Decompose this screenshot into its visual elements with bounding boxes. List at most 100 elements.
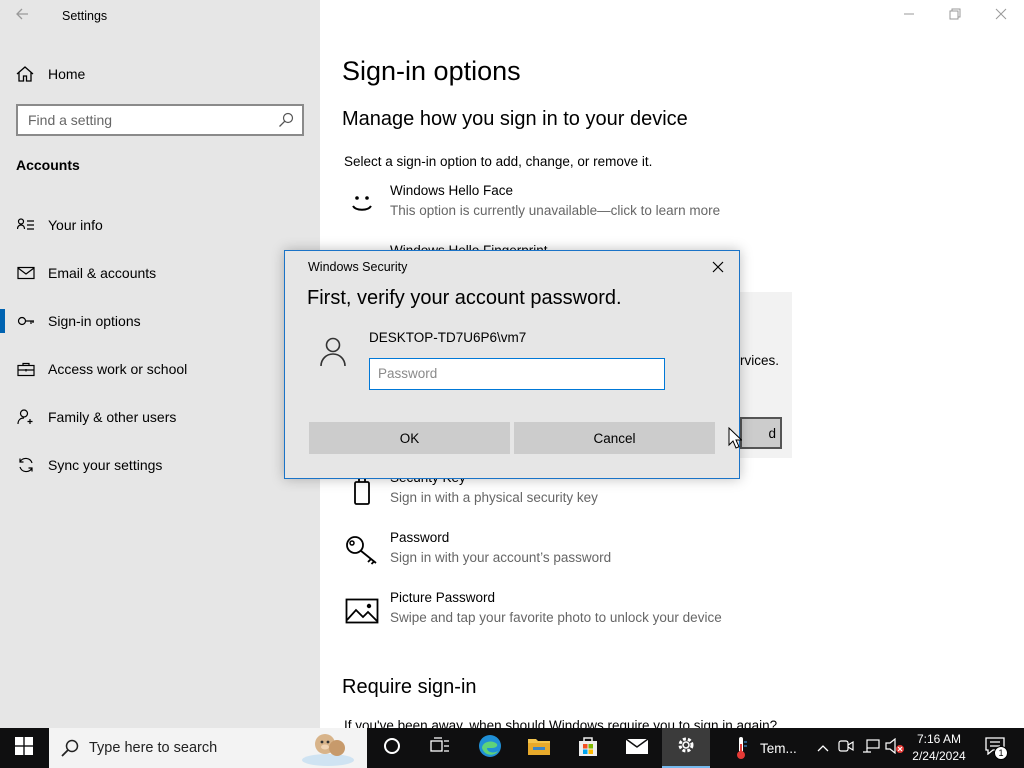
chevron-up-icon xyxy=(817,739,829,757)
accounts-heading: Accounts xyxy=(16,157,80,173)
restore-icon xyxy=(949,7,961,25)
taskbar-edge[interactable] xyxy=(466,728,514,768)
back-arrow-icon[interactable] xyxy=(14,6,36,26)
sidebar-item-email-accounts[interactable]: Email & accounts xyxy=(16,261,316,285)
option-desc: Sign in with a physical security key xyxy=(390,490,598,505)
dialog-heading: First, verify your account password. xyxy=(307,287,622,309)
require-sign-in-text: If you've been away, when should Windows… xyxy=(344,718,778,728)
nav-home-label: Home xyxy=(48,66,86,82)
cortana-icon xyxy=(383,737,401,760)
taskbar-weather[interactable]: Tem... xyxy=(726,728,812,768)
option-desc: Sign in with your account’s password xyxy=(390,550,612,565)
find-setting-search[interactable] xyxy=(16,104,304,136)
dialog-close-button[interactable] xyxy=(707,259,729,279)
minimize-icon xyxy=(903,7,915,25)
option-panel-button[interactable]: d xyxy=(740,417,782,449)
show-hidden-icons[interactable] xyxy=(814,728,832,768)
taskbar-file-explorer[interactable] xyxy=(515,728,563,768)
sidebar-item-sign-in-options[interactable]: Sign-in options xyxy=(0,309,316,333)
action-center-button[interactable]: 1 xyxy=(978,728,1012,768)
option-desc: This option is currently unavailable—cli… xyxy=(390,203,721,218)
add-person-icon xyxy=(16,409,36,425)
user-icon xyxy=(319,336,347,373)
home-icon xyxy=(16,66,36,82)
taskbar-cortana[interactable] xyxy=(368,728,416,768)
briefcase-icon xyxy=(16,362,36,377)
clock-time: 7:16 AM xyxy=(916,732,962,746)
sidebar-item-family-users[interactable]: Family & other users xyxy=(16,405,316,429)
option-title: Picture Password xyxy=(390,590,496,605)
taskbar-settings[interactable] xyxy=(662,728,710,768)
taskbar-search-placeholder: Type here to search xyxy=(89,740,218,756)
sidebar-item-label: Your info xyxy=(48,217,103,233)
start-button[interactable] xyxy=(0,728,48,768)
thermometer-icon xyxy=(734,736,748,760)
sidebar-item-your-info[interactable]: Your info xyxy=(16,213,316,237)
usb-key-icon xyxy=(344,474,380,508)
clock-date: 2/24/2024 xyxy=(912,749,966,763)
settings-sidebar: Settings Home Accounts Your info Email &… xyxy=(0,0,320,728)
ok-button[interactable]: OK xyxy=(309,422,510,454)
option-panel-button-label: d xyxy=(768,425,776,441)
password-field[interactable] xyxy=(369,358,665,390)
page-title: Sign-in options xyxy=(342,56,521,86)
taskbar-search[interactable]: Type here to search xyxy=(49,728,367,768)
option-panel-text: rvices. xyxy=(740,353,780,368)
sidebar-item-access-work[interactable]: Access work or school xyxy=(16,357,316,381)
dialog-username: DESKTOP-TD7U6P6\vm7 xyxy=(369,330,527,345)
network-icon xyxy=(862,738,880,758)
taskbar-store[interactable] xyxy=(564,728,612,768)
dialog-title: Windows Security xyxy=(308,260,408,274)
sidebar-item-label: Email & accounts xyxy=(48,265,157,281)
edge-icon xyxy=(478,734,502,763)
sync-icon xyxy=(16,457,36,473)
option-title: Password xyxy=(390,530,450,545)
nav-home[interactable]: Home xyxy=(16,63,85,85)
picture-icon xyxy=(344,594,380,628)
find-setting-input[interactable] xyxy=(18,106,268,134)
sidebar-item-label: Access work or school xyxy=(48,361,188,377)
cancel-button[interactable]: Cancel xyxy=(514,422,715,454)
windows-security-dialog: Windows Security First, verify your acco… xyxy=(284,250,740,479)
option-password[interactable]: Password Sign in with your account’s pas… xyxy=(344,530,904,576)
sidebar-item-label: Sync your settings xyxy=(48,457,163,473)
option-picture-password[interactable]: Picture Password Swipe and tap your favo… xyxy=(344,590,904,636)
tray-volume[interactable] xyxy=(884,728,906,768)
settings-icon xyxy=(675,734,697,761)
taskbar: Type here to search Tem... 7:16 AM 2/24/… xyxy=(0,728,1024,768)
search-icon xyxy=(61,739,79,757)
require-sign-in-heading: Require sign-in xyxy=(342,676,477,698)
minimize-button[interactable] xyxy=(886,0,932,32)
file-explorer-icon xyxy=(527,736,551,761)
store-icon xyxy=(577,735,599,762)
tray-network[interactable] xyxy=(860,728,882,768)
maximize-button[interactable] xyxy=(932,0,978,32)
sidebar-item-label: Family & other users xyxy=(48,409,177,425)
close-icon xyxy=(995,7,1007,25)
option-title: Windows Hello Face xyxy=(390,183,514,198)
windows-logo-icon xyxy=(15,736,33,760)
search-highlight-illustration-icon xyxy=(301,730,355,766)
option-desc: Swipe and tap your favorite photo to unl… xyxy=(390,610,722,625)
page-description: Select a sign-in option to add, change, … xyxy=(344,154,653,169)
taskbar-clock[interactable]: 7:16 AM 2/24/2024 xyxy=(905,731,973,765)
mouse-cursor-icon xyxy=(728,426,743,454)
key-icon xyxy=(344,534,380,568)
weather-label: Tem... xyxy=(760,740,797,756)
page-subtitle: Manage how you sign in to your device xyxy=(342,108,688,130)
option-windows-hello-face[interactable]: Windows Hello Face This option is curren… xyxy=(344,183,904,229)
taskbar-mail[interactable] xyxy=(613,728,661,768)
taskbar-task-view[interactable] xyxy=(416,728,464,768)
window-title: Settings xyxy=(62,9,108,23)
search-icon[interactable] xyxy=(278,112,294,133)
task-view-icon xyxy=(430,736,450,760)
meet-now-icon xyxy=(838,739,854,758)
tray-meet-now[interactable] xyxy=(836,728,856,768)
close-button[interactable] xyxy=(978,0,1024,32)
key-icon xyxy=(16,313,36,329)
mail-icon xyxy=(625,737,649,760)
sidebar-item-sync-settings[interactable]: Sync your settings xyxy=(16,453,316,477)
sidebar-item-label: Sign-in options xyxy=(48,313,141,329)
password-input[interactable] xyxy=(370,359,660,387)
close-icon xyxy=(712,260,724,278)
